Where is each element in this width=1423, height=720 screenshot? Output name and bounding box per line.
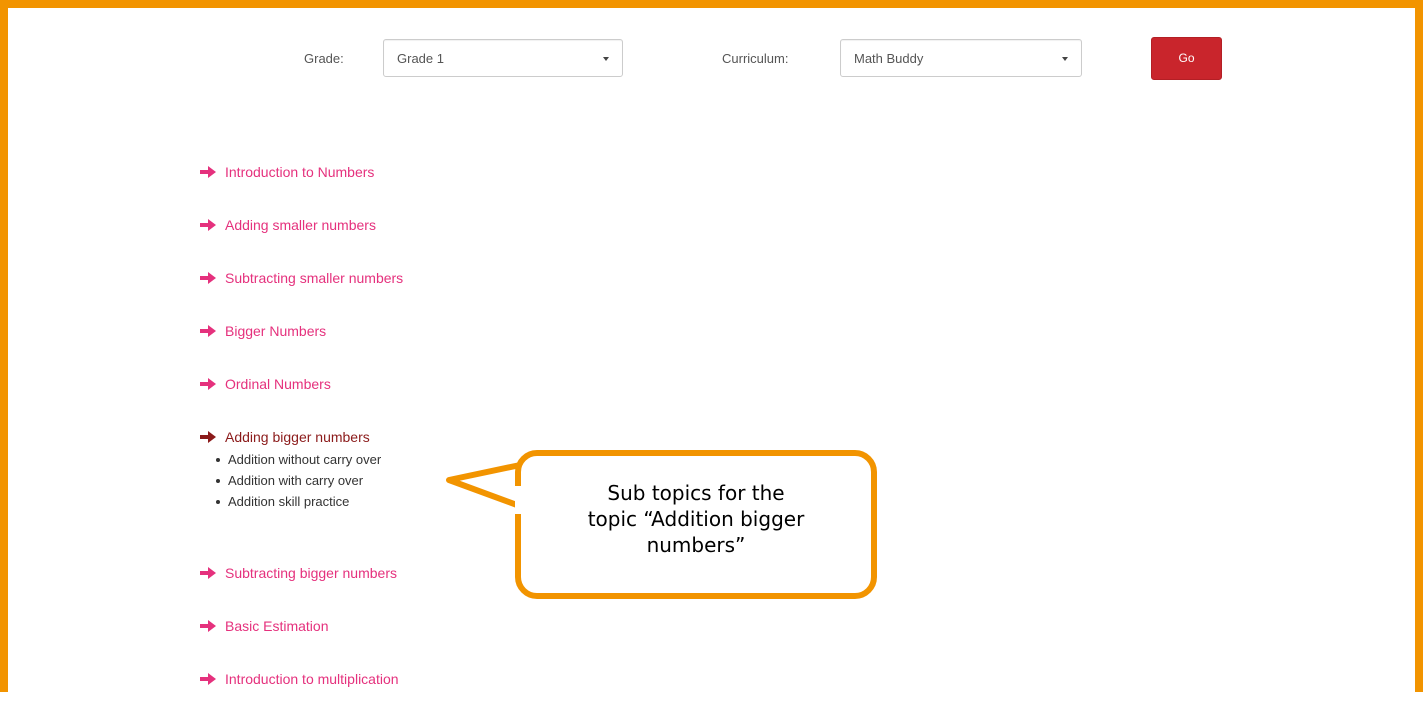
topic-list: Introduction to Numbers Adding smaller n… bbox=[200, 160, 800, 720]
filter-bar: Grade: Grade 1 Curriculum: Math Buddy Go bbox=[0, 0, 1423, 100]
topic-label[interactable]: Introduction to multiplication bbox=[225, 671, 399, 687]
arrow-right-icon bbox=[200, 272, 216, 284]
grade-label: Grade: bbox=[304, 51, 344, 66]
callout-pointer-cover bbox=[515, 486, 529, 514]
topic-label[interactable]: Bigger Numbers bbox=[225, 323, 326, 339]
curriculum-select-value: Math Buddy bbox=[854, 51, 924, 66]
topic-label[interactable]: Introduction to Numbers bbox=[225, 164, 374, 180]
topic-item[interactable]: Subtracting smaller numbers bbox=[200, 266, 800, 319]
caret-down-icon bbox=[603, 57, 609, 61]
topic-label[interactable]: Adding bigger numbers bbox=[225, 429, 370, 445]
arrow-right-icon bbox=[200, 620, 216, 632]
topic-item[interactable]: Basic Estimation bbox=[200, 614, 800, 667]
arrow-right-icon bbox=[200, 431, 216, 443]
curriculum-select[interactable]: Math Buddy bbox=[840, 39, 1082, 77]
arrow-right-icon bbox=[200, 673, 216, 685]
arrow-right-icon bbox=[200, 325, 216, 337]
go-button[interactable]: Go bbox=[1151, 37, 1222, 80]
arrow-right-icon bbox=[200, 166, 216, 178]
topic-item[interactable]: Introduction to Numbers bbox=[200, 160, 800, 213]
topic-item[interactable]: Bigger Numbers bbox=[200, 319, 800, 372]
topic-item[interactable]: Ordinal Numbers bbox=[200, 372, 800, 425]
topic-label[interactable]: Adding smaller numbers bbox=[225, 217, 376, 233]
grade-select[interactable]: Grade 1 bbox=[383, 39, 623, 77]
topic-item[interactable]: Introduction to multiplication bbox=[200, 667, 800, 720]
topic-label[interactable]: Subtracting bigger numbers bbox=[225, 565, 397, 581]
topic-item[interactable]: Adding smaller numbers bbox=[200, 213, 800, 266]
caret-down-icon bbox=[1062, 57, 1068, 61]
arrow-right-icon bbox=[200, 378, 216, 390]
curriculum-label: Curriculum: bbox=[722, 51, 789, 66]
grade-select-value: Grade 1 bbox=[397, 51, 444, 66]
arrow-right-icon bbox=[200, 219, 216, 231]
topic-label[interactable]: Subtracting smaller numbers bbox=[225, 270, 403, 286]
topic-label[interactable]: Ordinal Numbers bbox=[225, 376, 331, 392]
topic-label[interactable]: Basic Estimation bbox=[225, 618, 328, 634]
arrow-right-icon bbox=[200, 567, 216, 579]
